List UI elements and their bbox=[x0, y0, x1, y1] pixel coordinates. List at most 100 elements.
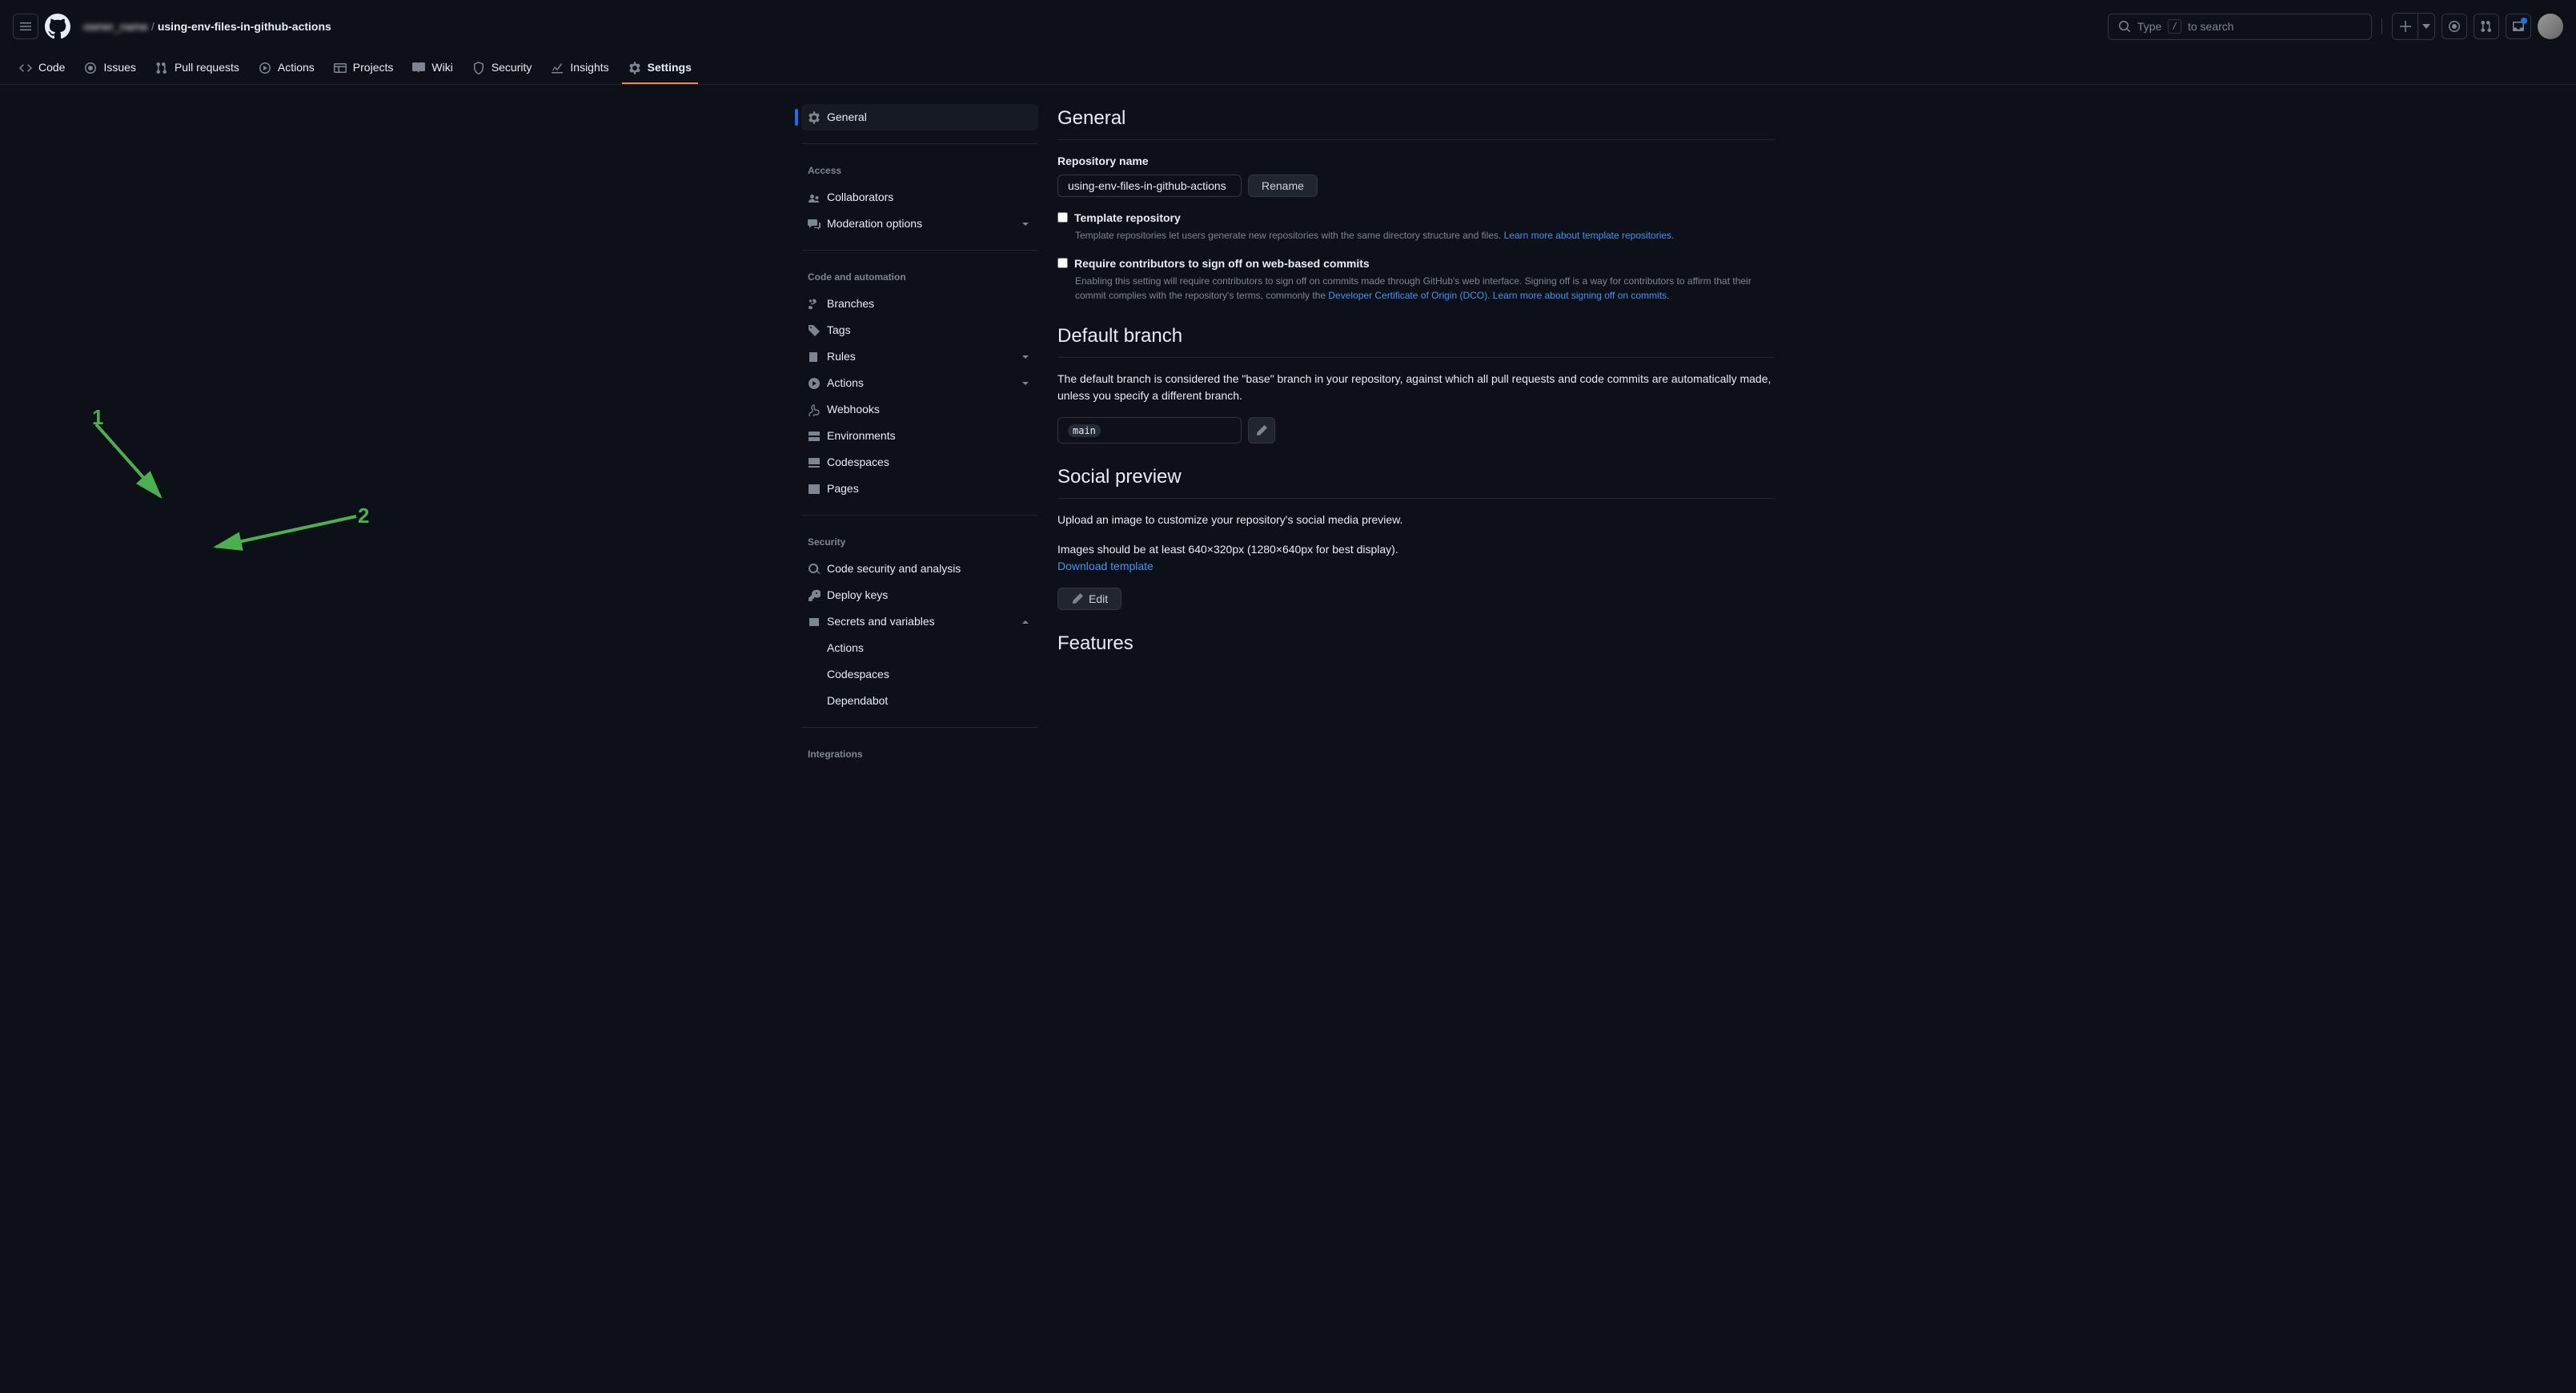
repo-link[interactable]: using-env-files-in-github-actions bbox=[158, 18, 331, 35]
annotation-arrow-1 bbox=[80, 408, 176, 512]
annotation-1: 1 bbox=[92, 402, 103, 433]
repo-name-label: Repository name bbox=[1057, 153, 1775, 170]
webhook-icon bbox=[808, 403, 821, 416]
social-desc2: Images should be at least 640×320px (128… bbox=[1057, 541, 1775, 575]
pulls-button[interactable] bbox=[2474, 14, 2499, 39]
sidebar-item-deploy-keys[interactable]: Deploy keys bbox=[801, 582, 1038, 608]
git-pull-request-icon bbox=[155, 62, 168, 74]
template-learn-link[interactable]: Learn more about template repositories. bbox=[1504, 230, 1675, 241]
tab-wiki[interactable]: Wiki bbox=[406, 53, 459, 84]
sidebar-item-rules[interactable]: Rules bbox=[801, 343, 1038, 370]
sidebar-item-secrets[interactable]: Secrets and variables bbox=[801, 608, 1038, 635]
sidebar-item-moderation[interactable]: Moderation options bbox=[801, 211, 1038, 237]
annotation-2: 2 bbox=[358, 500, 369, 532]
breadcrumb: owner_name / using-env-files-in-github-a… bbox=[83, 18, 331, 35]
signoff-learn-link[interactable]: Learn more about signing off on commits. bbox=[1493, 290, 1670, 301]
avatar[interactable] bbox=[2538, 14, 2563, 39]
default-branch-desc: The default branch is considered the "ba… bbox=[1057, 371, 1775, 404]
template-checkbox[interactable] bbox=[1057, 212, 1068, 223]
dco-link[interactable]: Developer Certificate of Origin (DCO) bbox=[1328, 290, 1487, 301]
tab-projects[interactable]: Projects bbox=[327, 53, 400, 84]
chevron-down-icon bbox=[1019, 377, 1032, 390]
owner-link[interactable]: owner_name bbox=[83, 18, 148, 35]
settings-content: General Repository name Rename Template … bbox=[1057, 104, 1775, 793]
sidebar-heading-security: Security bbox=[801, 528, 1038, 556]
github-logo[interactable] bbox=[45, 14, 70, 39]
annotation-arrow-2 bbox=[204, 508, 372, 556]
key-asterisk-icon bbox=[808, 616, 821, 628]
download-template-link[interactable]: Download template bbox=[1057, 560, 1154, 572]
sidebar-item-branches[interactable]: Branches bbox=[801, 291, 1038, 317]
graph-icon bbox=[551, 62, 564, 74]
github-icon bbox=[45, 14, 70, 39]
edit-social-button[interactable]: Edit bbox=[1057, 588, 1121, 610]
tab-security[interactable]: Security bbox=[466, 53, 539, 84]
chevron-down-icon bbox=[1019, 351, 1032, 363]
table-icon bbox=[334, 62, 347, 74]
chevron-up-icon bbox=[1019, 616, 1032, 628]
sidebar-subitem-codespaces[interactable]: Codespaces bbox=[801, 661, 1038, 688]
tab-insights[interactable]: Insights bbox=[544, 53, 615, 84]
pencil-icon bbox=[1255, 424, 1268, 437]
tab-code[interactable]: Code bbox=[13, 53, 71, 84]
sidebar-item-tags[interactable]: Tags bbox=[801, 317, 1038, 343]
sidebar-heading-integrations: Integrations bbox=[801, 741, 1038, 768]
create-dropdown[interactable] bbox=[2418, 14, 2434, 39]
create-menu[interactable] bbox=[2392, 13, 2435, 40]
default-branch-value: main bbox=[1068, 424, 1101, 437]
notification-indicator bbox=[2521, 18, 2527, 24]
repo-name-input[interactable] bbox=[1057, 175, 1242, 197]
key-icon bbox=[808, 589, 821, 602]
browser-icon bbox=[808, 483, 821, 496]
template-label: Template repository bbox=[1074, 210, 1181, 227]
pencil-icon bbox=[1071, 592, 1084, 605]
social-desc1: Upload an image to customize your reposi… bbox=[1057, 512, 1775, 528]
shield-icon bbox=[472, 62, 485, 74]
tab-actions[interactable]: Actions bbox=[252, 53, 321, 84]
sidebar-item-webhooks[interactable]: Webhooks bbox=[801, 396, 1038, 423]
sidebar-heading-code-auto: Code and automation bbox=[801, 263, 1038, 291]
sidebar-item-actions[interactable]: Actions bbox=[801, 370, 1038, 396]
default-branch-heading: Default branch bbox=[1057, 322, 1775, 358]
people-icon bbox=[808, 191, 821, 204]
sidebar-subitem-actions[interactable]: Actions bbox=[801, 635, 1038, 661]
sidebar-item-code-security[interactable]: Code security and analysis bbox=[801, 556, 1038, 582]
code-icon bbox=[19, 62, 32, 74]
sidebar-item-codespaces[interactable]: Codespaces bbox=[801, 449, 1038, 476]
git-pull-request-icon bbox=[2480, 20, 2493, 33]
sidebar-heading-access: Access bbox=[801, 157, 1038, 184]
tab-pulls[interactable]: Pull requests bbox=[149, 53, 246, 84]
codescan-icon bbox=[808, 563, 821, 576]
rename-button[interactable]: Rename bbox=[1248, 175, 1318, 197]
gear-icon bbox=[808, 111, 821, 124]
tab-settings[interactable]: Settings bbox=[622, 53, 698, 84]
sidebar-item-general[interactable]: General bbox=[801, 104, 1038, 130]
default-branch-box: main bbox=[1057, 417, 1242, 444]
edit-branch-button[interactable] bbox=[1248, 417, 1275, 444]
sidebar-item-environments[interactable]: Environments bbox=[801, 423, 1038, 449]
sidebar-item-collaborators[interactable]: Collaborators bbox=[801, 184, 1038, 211]
notifications-button[interactable] bbox=[2506, 14, 2531, 39]
play-icon bbox=[259, 62, 271, 74]
signoff-checkbox[interactable] bbox=[1057, 258, 1068, 268]
repo-push-icon bbox=[808, 351, 821, 363]
comment-discussion-icon bbox=[808, 218, 821, 231]
issues-button[interactable] bbox=[2442, 14, 2467, 39]
chevron-down-icon bbox=[1019, 218, 1032, 231]
page-title: General bbox=[1057, 104, 1775, 140]
play-icon bbox=[808, 377, 821, 390]
tab-issues[interactable]: Issues bbox=[78, 53, 142, 84]
signoff-help: Enabling this setting will require contr… bbox=[1075, 274, 1775, 303]
sidebar-subitem-dependabot[interactable]: Dependabot bbox=[801, 688, 1038, 714]
breadcrumb-sep: / bbox=[151, 18, 154, 35]
search-input[interactable]: Type / to search bbox=[2108, 14, 2372, 40]
book-icon bbox=[412, 62, 425, 74]
signoff-label: Require contributors to sign off on web-… bbox=[1074, 255, 1370, 272]
plus-button[interactable] bbox=[2393, 14, 2418, 39]
search-icon bbox=[2118, 20, 2131, 33]
codespaces-icon bbox=[808, 456, 821, 469]
sidebar-item-pages[interactable]: Pages bbox=[801, 476, 1038, 502]
menu-icon bbox=[19, 20, 32, 33]
menu-button[interactable] bbox=[13, 14, 38, 39]
gear-icon bbox=[628, 62, 641, 74]
